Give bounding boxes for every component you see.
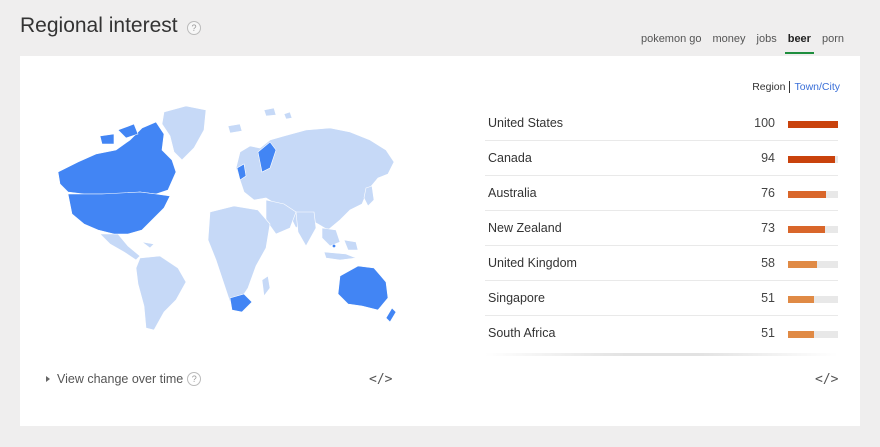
region-option[interactable]: Region — [752, 81, 791, 93]
view-change-link[interactable]: View change over time ? — [46, 372, 202, 386]
region-name: South Africa — [488, 326, 556, 340]
region-value: 58 — [761, 256, 775, 270]
region-row[interactable]: New Zealand 73 — [485, 211, 838, 246]
region-row[interactable]: Canada 94 — [485, 141, 838, 176]
region-name: Canada — [488, 151, 532, 165]
help-icon[interactable]: ? — [187, 372, 202, 386]
region-row[interactable]: United States 100 — [485, 106, 838, 141]
map-singapore-marker — [332, 244, 336, 248]
interest-bar-track — [788, 121, 838, 128]
interest-bar-track — [788, 191, 838, 198]
interest-bar-track — [788, 331, 838, 338]
region-row[interactable]: South Africa 51 — [485, 316, 838, 351]
list-bottom-divider — [485, 353, 838, 356]
expand-triangle-icon — [46, 376, 50, 382]
embed-list-icon[interactable]: </> — [815, 372, 838, 387]
region-name: United Kingdom — [488, 256, 577, 270]
region-row[interactable]: Singapore 51 — [485, 281, 838, 316]
resolution-toggle: Region Town/City — [752, 81, 840, 93]
interest-bar — [788, 261, 817, 268]
tab-money[interactable]: money — [713, 33, 746, 54]
region-row[interactable]: United Kingdom 58 — [485, 246, 838, 281]
region-value: 100 — [754, 116, 775, 130]
interest-bar — [788, 191, 826, 198]
tab-beer[interactable]: beer — [784, 33, 815, 54]
interest-bar — [788, 156, 835, 163]
embed-map-icon[interactable]: </> — [369, 372, 392, 387]
regional-interest-card: Region Town/City United States 100 Canada 9… — [20, 56, 860, 426]
tab-pokemon-go[interactable]: pokemon go — [641, 33, 702, 54]
tab-jobs[interactable]: jobs — [757, 33, 777, 54]
interest-bar-track — [788, 296, 838, 303]
region-row[interactable]: Australia 76 — [485, 176, 838, 211]
region-name: New Zealand — [488, 221, 562, 235]
region-value: 94 — [761, 151, 775, 165]
interest-bar-track — [788, 261, 838, 268]
region-list: United States 100 Canada 94 Australia 76 New Z… — [485, 106, 838, 351]
help-icon[interactable]: ? — [187, 21, 201, 35]
term-tabs: pokemon go money jobs beer porn — [630, 33, 844, 54]
region-value: 73 — [761, 221, 775, 235]
interest-bar-track — [788, 226, 838, 233]
region-name: United States — [488, 116, 564, 130]
region-name: Singapore — [488, 291, 545, 305]
region-value: 51 — [761, 326, 775, 340]
interest-bar — [788, 226, 825, 233]
town-city-option[interactable]: Town/City — [790, 81, 840, 93]
interest-bar-track — [788, 156, 838, 163]
page-title: Regional interest — [20, 14, 178, 37]
interest-bar — [788, 121, 838, 128]
tab-porn[interactable]: porn — [822, 33, 844, 54]
world-map[interactable] — [44, 100, 396, 332]
region-name: Australia — [488, 186, 537, 200]
region-value: 76 — [761, 186, 775, 200]
region-value: 51 — [761, 291, 775, 305]
view-change-label: View change over time — [57, 372, 184, 386]
interest-bar — [788, 331, 814, 338]
interest-bar — [788, 296, 814, 303]
